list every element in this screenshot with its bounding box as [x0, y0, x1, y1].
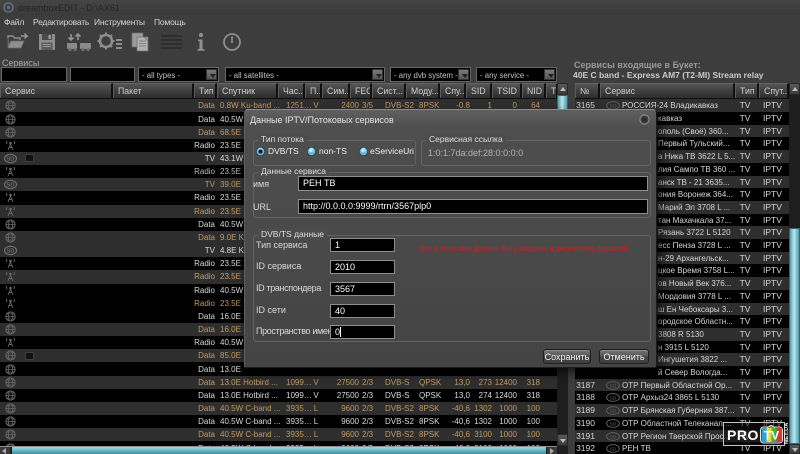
svg-text:SD: SD	[610, 421, 617, 427]
svg-text:SD: SD	[7, 249, 15, 255]
svg-text:SD: SD	[610, 447, 617, 453]
svg-text:SD: SD	[7, 156, 15, 162]
svg-text:SD: SD	[610, 396, 617, 402]
svg-text:SD: SD	[610, 434, 617, 440]
svg-text:TV: TV	[764, 429, 779, 443]
svg-text:SD: SD	[610, 409, 617, 415]
svg-text:SD: SD	[610, 383, 617, 389]
svg-text:SD: SD	[7, 183, 15, 189]
